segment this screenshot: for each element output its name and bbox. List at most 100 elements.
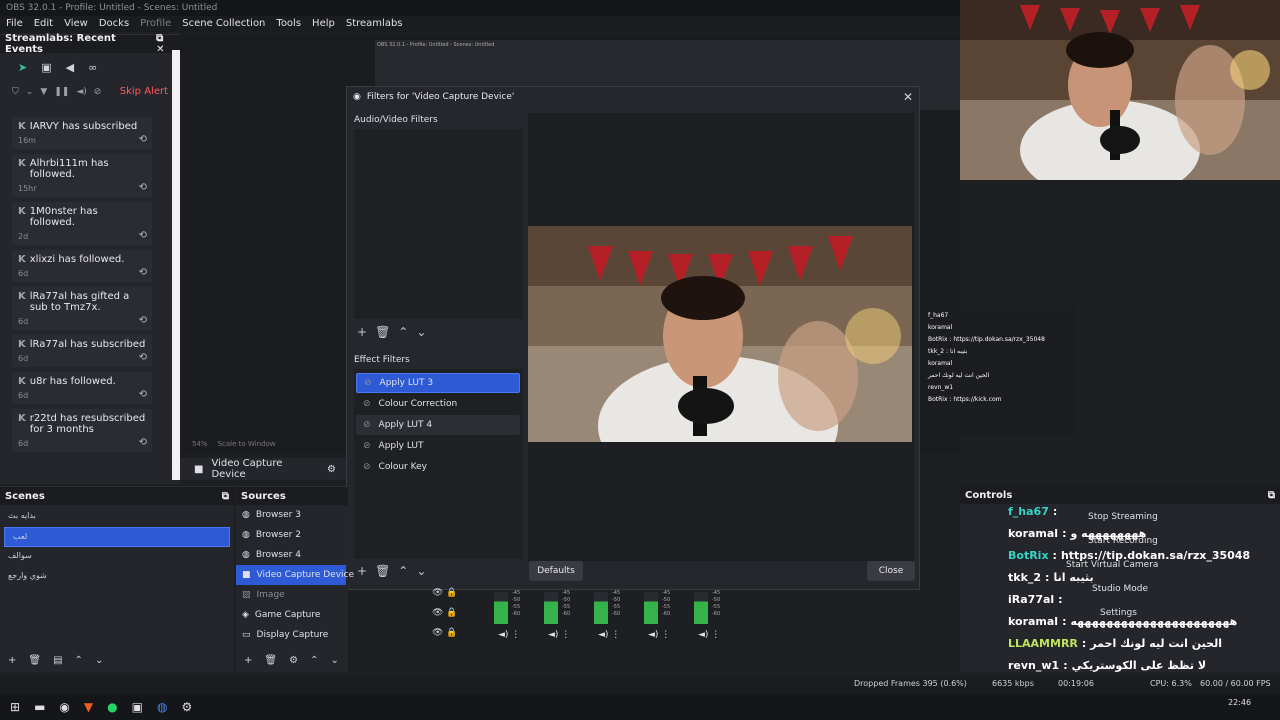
visibility-icon[interactable]: ⊘ bbox=[363, 399, 371, 409]
mixer-mute-icon[interactable]: ◄) ⋮ bbox=[648, 630, 670, 640]
controls-title: Controls bbox=[965, 489, 1013, 501]
effect-filter-item[interactable]: ⊘ Apply LUT 4 bbox=[356, 415, 520, 435]
settings-icon[interactable]: ⚙ bbox=[181, 700, 192, 714]
close-icon[interactable]: ✕ bbox=[156, 44, 164, 55]
brave-icon[interactable]: ▼ bbox=[84, 700, 93, 714]
volume-icon[interactable]: ◄) bbox=[76, 87, 86, 97]
trash-icon[interactable]: 🗑 bbox=[264, 655, 277, 666]
add-icon[interactable]: + bbox=[357, 325, 367, 339]
move-up-icon[interactable]: ⌃ bbox=[310, 655, 318, 666]
replay-icon[interactable]: ⟲ bbox=[139, 267, 147, 278]
source-item[interactable]: ◍ Browser 2 bbox=[236, 525, 348, 545]
kick-icon: K bbox=[18, 158, 26, 169]
replay-icon[interactable]: ⟲ bbox=[139, 182, 147, 193]
scene-item[interactable]: لعب bbox=[4, 527, 230, 547]
gift-icon[interactable]: ▣ bbox=[41, 61, 51, 74]
dialog-close-icon[interactable]: ✕ bbox=[903, 90, 913, 104]
skip-alert-button[interactable]: Skip Alert bbox=[120, 86, 168, 97]
visibility-icon[interactable]: ⊘ bbox=[364, 378, 372, 388]
menu-item-profile[interactable]: Profile bbox=[140, 18, 171, 30]
visibility-icon[interactable]: ⊘ bbox=[363, 441, 371, 451]
visibility-icon[interactable]: ⊘ bbox=[363, 462, 371, 472]
menu-item-streamlabs[interactable]: Streamlabs bbox=[346, 18, 403, 30]
link-icon[interactable]: ∞ bbox=[88, 61, 97, 74]
move-down-icon[interactable]: ⌄ bbox=[416, 325, 426, 339]
source-item[interactable]: ■ Video Capture Device bbox=[236, 565, 354, 585]
effect-filter-controls: + 🗑 ⌃ ⌄ bbox=[357, 564, 426, 578]
pause-icon[interactable]: ❚❚ bbox=[54, 87, 69, 97]
add-icon[interactable]: + bbox=[357, 564, 367, 578]
float-icon[interactable]: ⧉ bbox=[156, 33, 163, 44]
megaphone-icon[interactable]: ◀ bbox=[66, 61, 74, 74]
replay-icon[interactable]: ⟲ bbox=[139, 230, 147, 241]
menu-item-file[interactable]: File bbox=[6, 18, 23, 30]
source-item[interactable]: ◍ Browser 3 bbox=[236, 505, 348, 525]
eye-icon[interactable]: 👁 🔒 bbox=[432, 608, 472, 628]
menu-item-tools[interactable]: Tools bbox=[276, 18, 301, 30]
visibility-icon[interactable]: ⊘ bbox=[363, 420, 371, 430]
trash-icon[interactable]: 🗑 bbox=[375, 564, 390, 578]
app-icon[interactable]: ▣ bbox=[132, 700, 143, 714]
move-up-icon[interactable]: ⌃ bbox=[398, 564, 408, 578]
source-item[interactable]: ▨ Image bbox=[236, 585, 348, 605]
chevron-down-icon[interactable]: ⌄ bbox=[26, 87, 34, 97]
filter-icon[interactable]: ▼ bbox=[40, 87, 47, 97]
defaults-button[interactable]: Defaults bbox=[529, 561, 583, 581]
replay-icon[interactable]: ⟲ bbox=[139, 389, 147, 400]
replay-icon[interactable]: ⟲ bbox=[139, 437, 147, 448]
scene-item[interactable]: بدايه بث bbox=[0, 507, 234, 527]
eye-icon[interactable]: 👁 🔒 bbox=[432, 628, 472, 648]
replay-icon[interactable]: ⟲ bbox=[139, 352, 147, 363]
events-scrollbar[interactable] bbox=[172, 50, 180, 480]
scene-item[interactable]: شوي وارجع bbox=[0, 567, 234, 587]
trash-icon[interactable]: 🗑 bbox=[375, 325, 390, 339]
close-button[interactable]: Close bbox=[867, 561, 915, 581]
chrome-icon[interactable]: ◍ bbox=[157, 700, 167, 714]
source-item[interactable]: ▭ Display Capture bbox=[236, 625, 348, 645]
shield-icon[interactable]: ⛉ bbox=[12, 87, 19, 97]
float-icon[interactable]: ⧉ bbox=[1268, 490, 1275, 501]
effect-filter-item[interactable]: ⊘ Apply LUT 3 bbox=[356, 373, 520, 393]
menu-item-edit[interactable]: Edit bbox=[34, 18, 53, 30]
replay-icon[interactable]: ⟲ bbox=[139, 134, 147, 145]
effect-filter-item[interactable]: ⊘ Colour Key bbox=[356, 457, 520, 477]
move-down-icon[interactable]: ⌄ bbox=[330, 655, 338, 666]
add-icon[interactable]: + bbox=[244, 655, 252, 666]
mute-icon[interactable]: ⊘ bbox=[94, 87, 102, 97]
start-icon[interactable]: ⊞ bbox=[10, 700, 20, 714]
obs-icon[interactable]: ◉ bbox=[59, 700, 69, 714]
move-down-icon[interactable]: ⌄ bbox=[95, 655, 103, 666]
source-item[interactable]: ◈ Game Capture bbox=[236, 605, 348, 625]
float-icon[interactable]: ⧉ bbox=[222, 491, 229, 502]
mixer-mute-icon[interactable]: ◄) ⋮ bbox=[698, 630, 720, 640]
move-up-icon[interactable]: ⌃ bbox=[75, 655, 83, 666]
scale-mode[interactable]: Scale to Window bbox=[218, 440, 276, 452]
add-icon[interactable]: + bbox=[8, 655, 16, 666]
menu-item-docks[interactable]: Docks bbox=[99, 18, 129, 30]
mixer-mute-icon[interactable]: ◄) ⋮ bbox=[598, 630, 620, 640]
source-label: Image bbox=[256, 590, 285, 600]
scene-item[interactable]: سوالف bbox=[0, 547, 234, 567]
whatsapp-icon[interactable]: ● bbox=[107, 700, 117, 714]
move-down-icon[interactable]: ⌄ bbox=[416, 564, 426, 578]
send-icon[interactable]: ➤ bbox=[18, 61, 27, 74]
menu-item-scene-collection[interactable]: Scene Collection bbox=[182, 18, 265, 30]
menu-item-view[interactable]: View bbox=[64, 18, 88, 30]
source-item[interactable]: ◍ Browser 4 bbox=[236, 545, 348, 565]
gear-icon[interactable]: ⚙ bbox=[327, 464, 336, 475]
zoom-level[interactable]: 54% bbox=[192, 440, 208, 452]
replay-icon[interactable]: ⟲ bbox=[139, 315, 147, 326]
effect-filter-item[interactable]: ⊘ Colour Correction bbox=[356, 394, 520, 414]
volume-meter bbox=[494, 592, 508, 624]
mixer-mute-icon[interactable]: ◄) ⋮ bbox=[498, 630, 520, 640]
move-up-icon[interactable]: ⌃ bbox=[398, 325, 408, 339]
audio-video-filter-list[interactable] bbox=[354, 129, 522, 319]
mixer-mute-icon[interactable]: ◄) ⋮ bbox=[548, 630, 570, 640]
menu-item-help[interactable]: Help bbox=[312, 18, 335, 30]
gear-icon[interactable]: ⚙ bbox=[289, 655, 298, 666]
file-explorer-icon[interactable]: ▬ bbox=[34, 700, 45, 714]
eye-icon[interactable]: 👁 🔒 bbox=[432, 588, 472, 608]
filter-icon[interactable]: ▤ bbox=[53, 655, 62, 666]
trash-icon[interactable]: 🗑 bbox=[28, 655, 41, 666]
effect-filter-item[interactable]: ⊘ Apply LUT bbox=[356, 436, 520, 456]
